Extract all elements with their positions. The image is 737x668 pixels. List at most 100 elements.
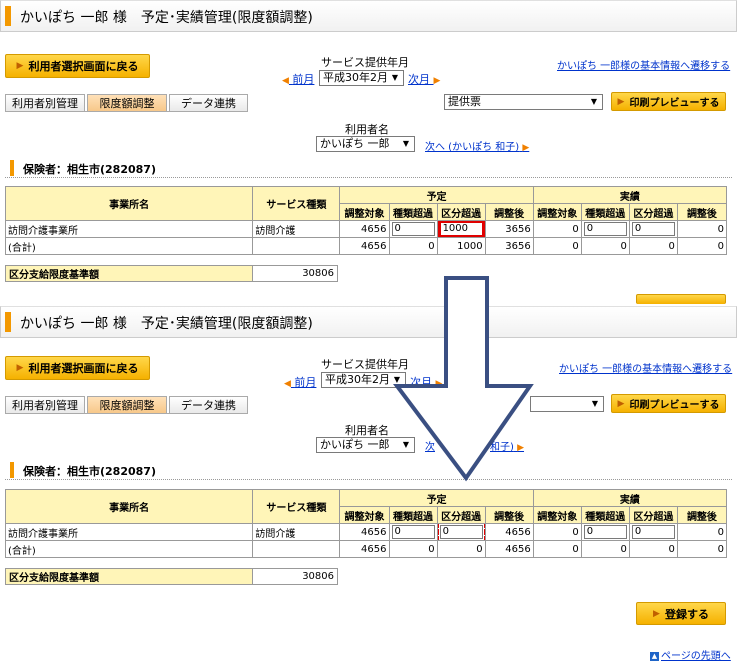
limit-amount-table: 区分支給限度基準額 30806 xyxy=(5,265,338,282)
plan-target: 4656 xyxy=(339,523,390,541)
col-plan-target: 調整対象 xyxy=(339,203,390,221)
user-name-value: かいぽち 一郎 xyxy=(320,137,390,150)
user-name-select[interactable]: かいぽち 一郎 ▼ xyxy=(316,136,415,152)
act-kubun-input[interactable]: 0 xyxy=(631,222,675,236)
register-button[interactable]: ▶ 登録する xyxy=(636,602,726,625)
back-to-user-select-button[interactable]: ▶ 利用者選択画面に戻る xyxy=(5,54,150,78)
tab-data-link[interactable]: データ連携 xyxy=(169,94,248,111)
prev-month-label: 前月 xyxy=(294,376,317,389)
chevron-down-icon: ▼ xyxy=(402,440,410,449)
chevron-down-icon: ▼ xyxy=(591,399,599,408)
insurer-heading: 保険者：相生市(282087) xyxy=(5,160,732,178)
screenshot-before-panel: かいぽち 一郎 様 予定･実績管理(限度額調整) ▶ 利用者選択画面に戻る サー… xyxy=(0,0,737,304)
act-kubun-cell: 0 xyxy=(628,220,678,238)
next-user-link-head[interactable]: 次 xyxy=(425,438,435,453)
adjustment-table: 事業所名 サービス種類 予定 実績 調整対象 種類超過 区分超過 調整後 調整対… xyxy=(4,489,728,558)
plan-kind-input[interactable]: 0 xyxy=(391,222,435,236)
act-kind-cell: 0 xyxy=(580,523,630,541)
total-act-after: 0 xyxy=(676,540,728,558)
tab-bar: 利用者別管理 限度額調整 データ連携 xyxy=(5,94,248,112)
triangle-left-icon: ◀ xyxy=(284,379,291,389)
service-month-value: 平成30年2月 xyxy=(323,71,388,84)
triangle-right-icon: ▶ xyxy=(522,143,530,153)
tab-data-link[interactable]: データ連携 xyxy=(169,396,248,413)
insurer-name: 保険者：相生市(282087) xyxy=(23,465,156,478)
total-act-kubun: 0 xyxy=(628,540,678,558)
col-plan-after: 調整後 xyxy=(484,203,534,221)
page-top-link[interactable]: ▲ ページの先頭へ xyxy=(650,647,731,662)
title-accent-bar xyxy=(5,312,11,332)
col-act-kubun: 区分超過 xyxy=(628,506,678,524)
back-to-user-select-button[interactable]: ▶ 利用者選択画面に戻る xyxy=(5,356,150,380)
basic-info-link[interactable]: かいぽち 一郎様の基本情報へ遷移する xyxy=(557,57,730,72)
plan-kubun-input[interactable]: 0 xyxy=(438,524,485,540)
next-user-tail-label: 和子) xyxy=(490,442,514,453)
total-plan-after: 4656 xyxy=(484,540,534,558)
triangle-right-icon: ▶ xyxy=(16,61,24,71)
table-row-total: (合計) 4656 0 1000 3656 0 0 0 0 xyxy=(4,237,728,255)
triangle-left-icon: ◀ xyxy=(282,76,289,86)
print-preview-button[interactable]: ▶ 印刷プレビューする xyxy=(611,394,726,413)
table-row-total: (合計) 4656 0 0 4656 0 0 0 0 xyxy=(4,540,728,558)
chevron-down-icon: ▼ xyxy=(590,97,598,106)
tab-limit-adjustment[interactable]: 限度額調整 xyxy=(87,94,167,111)
act-kind-input[interactable]: 0 xyxy=(583,525,627,539)
total-act-kind: 0 xyxy=(580,237,630,255)
prev-month-link[interactable]: ◀ 前月 xyxy=(282,71,314,87)
col-office: 事業所名 xyxy=(4,489,254,524)
service-type: 訪問介護 xyxy=(252,220,341,238)
plan-target: 4656 xyxy=(339,220,390,238)
col-actual: 実績 xyxy=(532,489,728,507)
triangle-right-icon: ▶ xyxy=(517,443,525,453)
col-act-after: 調整後 xyxy=(676,203,728,221)
print-type-select[interactable]: 提供票 ▼ xyxy=(444,94,603,110)
act-kind-cell: 0 xyxy=(580,220,630,238)
act-after: 0 xyxy=(676,523,728,541)
print-preview-button[interactable]: ▶ 印刷プレビューする xyxy=(611,92,726,111)
page-title: かいぽち 一郎 様 予定･実績管理(限度額調整) xyxy=(20,316,313,332)
page-title-bar: かいぽち 一郎 様 予定･実績管理(限度額調整) xyxy=(0,0,737,32)
act-kind-input[interactable]: 0 xyxy=(583,222,627,236)
total-label: (合計) xyxy=(4,237,254,255)
service-month-select[interactable]: 平成30年2月 ▼ xyxy=(319,70,404,86)
limit-amount-label: 区分支給限度基準額 xyxy=(5,265,253,282)
prev-month-label: 前月 xyxy=(292,73,315,86)
office-name: 訪問介護事業所 xyxy=(4,220,254,238)
act-kubun-cell: 0 xyxy=(628,523,678,541)
plan-kubun-input[interactable]: 1000 xyxy=(438,221,485,237)
act-kubun-input[interactable]: 0 xyxy=(631,525,675,539)
plan-kubun-cell: 0 xyxy=(436,523,486,541)
office-name: 訪問介護事業所 xyxy=(4,523,254,541)
print-type-select[interactable]: ▼ xyxy=(530,396,604,412)
plan-kind-cell: 0 xyxy=(388,523,438,541)
col-service: サービス種類 xyxy=(252,186,341,221)
basic-info-link[interactable]: かいぽち 一郎様の基本情報へ遷移する xyxy=(559,360,732,375)
tab-user-management[interactable]: 利用者別管理 xyxy=(5,94,85,111)
tab-underline xyxy=(5,111,248,112)
triangle-right-icon: ▶ xyxy=(617,96,625,107)
next-user-link[interactable]: 次へ (かいぽち 和子) ▶ xyxy=(425,138,529,153)
service-month-select[interactable]: 平成30年2月 ▼ xyxy=(321,372,406,388)
tab-underline xyxy=(5,413,248,414)
col-plan-kubun: 区分超過 xyxy=(436,506,486,524)
prev-month-link[interactable]: ◀ 前月 xyxy=(284,374,316,390)
limit-amount-value: 30806 xyxy=(252,265,338,282)
table-row: 訪問介護事業所 訪問介護 4656 0 1000 3656 0 0 0 0 xyxy=(4,220,728,238)
insurer-name: 保険者：相生市(282087) xyxy=(23,163,156,176)
insurer-heading: 保険者：相生市(282087) xyxy=(5,462,732,480)
tab-user-management[interactable]: 利用者別管理 xyxy=(5,396,85,413)
limit-amount-table: 区分支給限度基準額 30806 xyxy=(5,568,338,585)
triangle-right-icon: ▶ xyxy=(433,76,441,86)
title-accent-bar xyxy=(5,6,11,26)
total-act-target: 0 xyxy=(532,237,582,255)
next-month-link[interactable]: 次月 ▶ xyxy=(410,374,442,390)
plan-kind-input[interactable]: 0 xyxy=(391,525,435,539)
total-plan-target: 4656 xyxy=(339,237,390,255)
adjustment-table: 事業所名 サービス種類 予定 実績 調整対象 種類超過 区分超過 調整後 調整対… xyxy=(4,186,728,255)
limit-amount-value: 30806 xyxy=(252,568,338,585)
next-user-link-tail[interactable]: 和子) ▶ xyxy=(490,438,524,453)
next-month-link[interactable]: 次月 ▶ xyxy=(408,71,440,87)
tab-limit-adjustment[interactable]: 限度額調整 xyxy=(87,396,167,413)
user-name-select[interactable]: かいぽち 一郎 ▼ xyxy=(316,437,415,453)
act-target: 0 xyxy=(532,220,582,238)
